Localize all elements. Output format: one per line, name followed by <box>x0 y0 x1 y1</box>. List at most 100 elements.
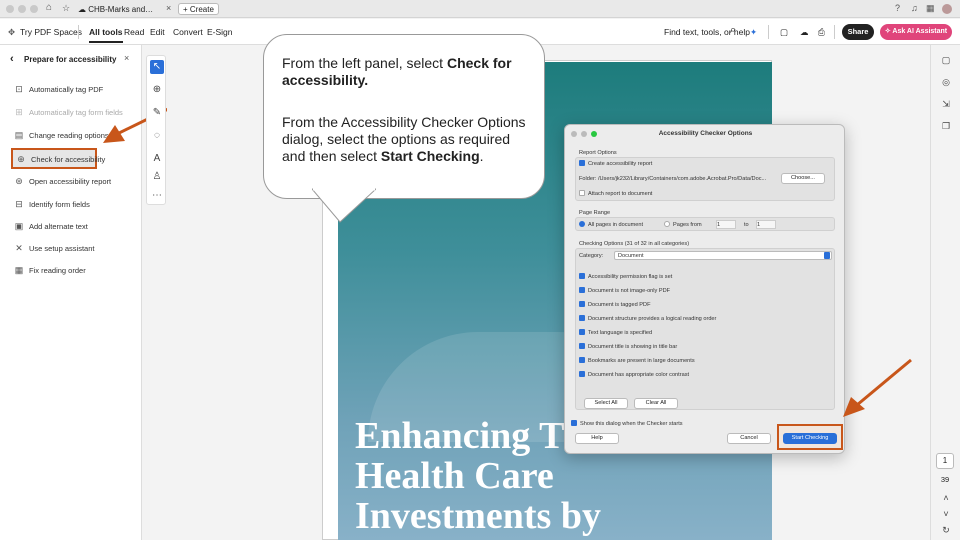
check-option[interactable]: Document title is showing in title bar <box>579 343 677 351</box>
stamp-icon[interactable]: ♙ <box>150 170 164 184</box>
show-dialog-checkbox[interactable]: Show this dialog when the Checker starts <box>571 420 683 428</box>
zoom-icon[interactable]: ⊕ <box>150 83 164 97</box>
accessibility-check-icon: ⊕ <box>17 154 25 164</box>
search-icon[interactable]: ⌕ <box>730 24 736 36</box>
callout-bold-text: Start Checking <box>380 148 480 164</box>
tab-document[interactable]: ☁ CHB-Marks and… <box>74 2 166 17</box>
check-option-label: Document title is showing in title bar <box>588 344 678 350</box>
more-icon[interactable]: ⋯ <box>150 189 164 203</box>
chevron-down-icon[interactable]: ˅ <box>938 507 954 521</box>
chevron-up-icon[interactable]: ˄ <box>938 491 954 505</box>
tool-add-alternate-text[interactable]: ▣ Add alternate text <box>14 217 130 235</box>
toolbar-divider <box>78 25 79 39</box>
start-checking-button[interactable]: Start Checking <box>783 433 837 444</box>
wand-icon: ✕ <box>15 243 23 253</box>
print-icon[interactable]: ⎙ <box>818 26 825 38</box>
ai-tools-icon[interactable]: ✦ <box>750 26 757 38</box>
check-option[interactable]: Accessibility permission flag is set <box>579 273 672 281</box>
toolbar-divider <box>834 25 835 39</box>
close-panel-icon[interactable]: × <box>124 53 129 63</box>
create-report-label: Create accessibility report <box>588 161 653 167</box>
help-button[interactable]: Help <box>575 433 619 444</box>
right-rail: ▢ ◎ ⇲ ❐ 1 39 ˄ ˅ ↻ <box>930 45 960 540</box>
check-option[interactable]: Bookmarks are present in large documents <box>579 357 695 365</box>
choose-folder-button[interactable]: Choose... <box>781 173 825 184</box>
pen-icon[interactable]: ✎ <box>150 106 164 120</box>
select-all-button[interactable]: Select All <box>584 398 628 409</box>
tab-esign[interactable]: E-Sign <box>207 26 233 38</box>
pages-from-radio[interactable]: Pages from <box>664 221 702 229</box>
tool-use-setup-assistant[interactable]: ✕ Use setup assistant <box>14 239 130 257</box>
reading-options-icon: ▤ <box>14 130 24 140</box>
cancel-button[interactable]: Cancel <box>727 433 771 444</box>
copy-pages-icon[interactable]: ❐ <box>938 119 954 133</box>
check-option-label: Accessibility permission flag is set <box>588 274 673 280</box>
toolbar-divider <box>768 25 769 39</box>
check-option[interactable]: Document is tagged PDF <box>579 301 651 309</box>
checkbox-checked-icon <box>579 343 585 349</box>
create-report-checkbox[interactable]: Create accessibility report <box>579 160 652 168</box>
radio-unselected-icon <box>664 221 670 227</box>
select-chevron-icon <box>824 252 830 259</box>
checkbox-unchecked-icon <box>579 190 585 196</box>
check-option-label: Document structure provides a logical re… <box>588 316 717 322</box>
tab-edit[interactable]: Edit <box>150 26 165 38</box>
pages-to-input[interactable]: 1 <box>756 220 776 229</box>
page-total: 39 <box>940 475 950 484</box>
check-option-label: Document has appropriate color contrast <box>588 372 690 378</box>
minimize-window-button[interactable] <box>18 5 26 13</box>
tab-convert[interactable]: Convert <box>173 26 203 38</box>
callout-step-1: From the left panel, select Check for ac… <box>282 55 532 89</box>
create-tab-button[interactable]: + Create <box>178 3 219 15</box>
comment-icon[interactable]: ▢ <box>938 53 954 67</box>
checkbox-checked-icon <box>579 287 585 293</box>
avatar[interactable] <box>942 4 952 14</box>
cloud-upload-icon[interactable]: ☁ <box>800 26 809 38</box>
lasso-icon[interactable]: ◌ <box>150 129 164 143</box>
cover-title-line-2: Health Care <box>355 455 554 497</box>
tool-identify-form-fields[interactable]: ⊟ Identify form fields <box>14 195 130 213</box>
text-box-icon[interactable]: A <box>150 152 164 166</box>
cover-title-line-1: Enhancing T <box>355 415 565 457</box>
search-link[interactable]: Find text, tools, or help <box>664 26 750 38</box>
ai-chat-icon[interactable]: ◎ <box>938 75 954 89</box>
check-option[interactable]: Document structure provides a logical re… <box>579 315 716 323</box>
share-button[interactable]: Share <box>842 24 874 40</box>
apps-grid-icon[interactable]: ▦ <box>926 3 935 14</box>
attach-report-checkbox[interactable]: Attach report to document <box>579 190 652 198</box>
help-icon[interactable]: ? <box>895 3 900 13</box>
close-tab-icon[interactable]: × <box>166 3 171 13</box>
zoom-window-button[interactable] <box>30 5 38 13</box>
refresh-icon[interactable]: ↻ <box>938 523 954 537</box>
ask-ai-assistant-button[interactable]: ✧ Ask AI Assistant <box>880 24 952 40</box>
checkbox-checked-icon <box>579 160 585 166</box>
check-option[interactable]: Document is not image-only PDF <box>579 287 670 295</box>
pages-from-input[interactable]: 1 <box>716 220 736 229</box>
report-icon: ⊛ <box>15 176 23 186</box>
star-icon[interactable]: ☆ <box>62 3 70 14</box>
back-icon[interactable]: ‹ <box>10 53 14 65</box>
check-option[interactable]: Document has appropriate color contrast <box>579 371 689 379</box>
all-pages-radio[interactable]: All pages in document <box>579 221 643 229</box>
form-tag-icon: ⊞ <box>15 107 23 117</box>
tab-read[interactable]: Read <box>124 26 144 38</box>
check-option[interactable]: Text language is specified <box>579 329 652 337</box>
select-cursor-icon[interactable]: ↖ <box>150 60 164 74</box>
try-pdf-spaces-link[interactable]: Try PDF Spaces <box>20 26 82 38</box>
report-options-heading: Report Options <box>579 150 617 156</box>
checking-options-box: Category: Document Accessibility permiss… <box>575 248 835 410</box>
home-icon[interactable]: ⌂ <box>46 2 52 13</box>
tab-all-tools[interactable]: All tools <box>89 26 123 43</box>
clear-all-button[interactable]: Clear All <box>634 398 678 409</box>
category-select[interactable]: Document <box>614 251 832 260</box>
tool-open-accessibility-report[interactable]: ⊛ Open accessibility report <box>14 172 130 190</box>
checkbox-checked-icon <box>579 371 585 377</box>
tool-fix-reading-order[interactable]: ▦ Fix reading order <box>14 261 130 279</box>
close-window-button[interactable] <box>6 5 14 13</box>
report-options-box: Create accessibility report Folder: /Use… <box>575 157 835 201</box>
export-icon[interactable]: ⇲ <box>938 97 954 111</box>
category-label: Category: <box>579 253 604 259</box>
page-number-input[interactable]: 1 <box>936 453 954 469</box>
document-icon[interactable]: ▢ <box>780 26 788 38</box>
bell-icon[interactable]: ♫ <box>911 3 918 13</box>
